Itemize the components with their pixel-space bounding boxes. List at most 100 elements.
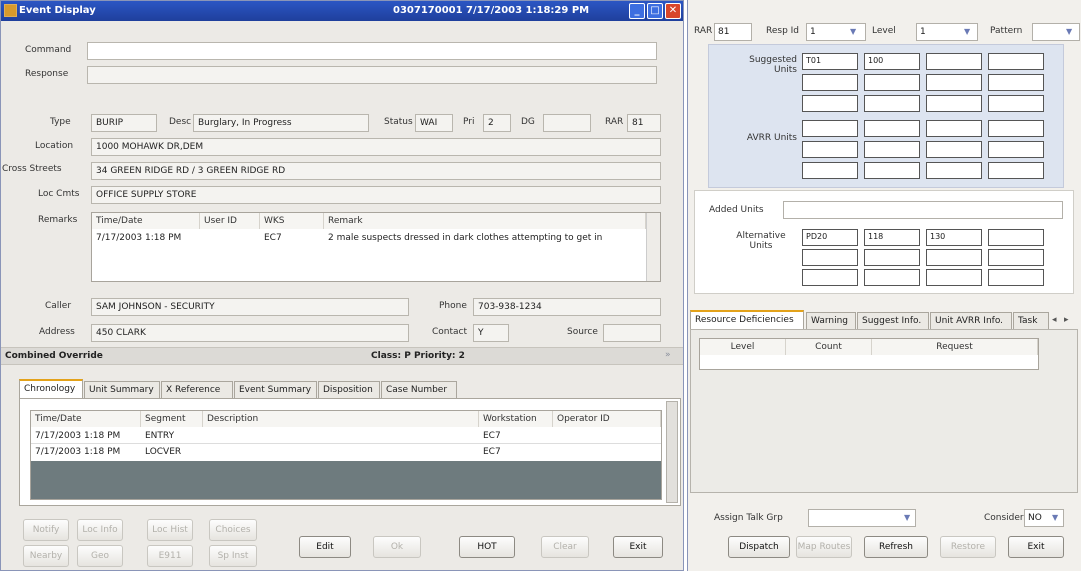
def-col-count[interactable]: Count — [786, 339, 872, 355]
unit-box[interactable] — [988, 162, 1044, 179]
remarks-col-wks[interactable]: WKS — [260, 213, 324, 229]
tab-event-summary[interactable]: Event Summary — [234, 381, 317, 398]
unit-box[interactable] — [864, 74, 920, 91]
minimize-icon[interactable]: _ — [629, 3, 645, 19]
unit-box[interactable] — [926, 162, 982, 179]
status-field[interactable]: WAI — [415, 114, 453, 132]
map-routes-button[interactable]: Map Routes — [796, 536, 852, 558]
ok-button[interactable]: Ok — [373, 536, 421, 558]
tab-warning[interactable]: Warning — [806, 312, 856, 329]
assign-talk-grp-select[interactable] — [808, 509, 916, 527]
command-input[interactable] — [87, 42, 657, 60]
tab-scroll-left-icon[interactable]: ◂ — [1052, 315, 1057, 325]
unit-box[interactable] — [988, 53, 1044, 70]
unit-box[interactable] — [864, 141, 920, 158]
geo-button[interactable]: Geo — [77, 545, 123, 567]
chron-col-description[interactable]: Description — [203, 411, 479, 427]
sp-inst-button[interactable]: Sp Inst — [209, 545, 257, 567]
chron-col-segment[interactable]: Segment — [141, 411, 203, 427]
nearby-button[interactable]: Nearby — [23, 545, 69, 567]
unit-box[interactable] — [988, 74, 1044, 91]
unit-box[interactable] — [926, 120, 982, 137]
chron-col-workstation[interactable]: Workstation — [479, 411, 553, 427]
unit-box[interactable] — [988, 120, 1044, 137]
table-row[interactable]: 7/17/2003 1:18 PM LOCVER EC7 — [31, 445, 661, 460]
caller-field[interactable]: SAM JOHNSON - SECURITY — [91, 298, 409, 316]
def-col-request[interactable]: Request — [872, 339, 1038, 355]
right-rar-field[interactable]: 81 — [714, 23, 752, 41]
chronology-grid[interactable]: Time/Date Segment Description Workstatio… — [30, 410, 662, 500]
unit-box[interactable] — [926, 95, 982, 112]
unit-box[interactable] — [926, 74, 982, 91]
unit-box[interactable] — [802, 120, 858, 137]
unit-box[interactable]: T01 — [802, 53, 858, 70]
unit-box[interactable]: PD20 — [802, 229, 858, 246]
right-exit-button[interactable]: Exit — [1008, 536, 1064, 558]
unit-box[interactable] — [864, 162, 920, 179]
maximize-icon[interactable]: □ — [647, 3, 663, 19]
unit-box[interactable] — [802, 162, 858, 179]
chronology-scrollbar[interactable] — [666, 401, 678, 503]
pattern-select[interactable] — [1032, 23, 1080, 41]
dispatch-button[interactable]: Dispatch — [728, 536, 790, 558]
tab-task[interactable]: Task — [1013, 312, 1049, 329]
chevron-down-icon[interactable]: ▼ — [904, 513, 910, 522]
address-field[interactable]: 450 CLARK — [91, 324, 409, 342]
remarks-col-user[interactable]: User ID — [200, 213, 260, 229]
restore-button[interactable]: Restore — [940, 536, 996, 558]
unit-box[interactable] — [802, 141, 858, 158]
unit-box[interactable]: 130 — [926, 229, 982, 246]
tab-chronology[interactable]: Chronology — [19, 379, 83, 398]
added-units-input[interactable] — [783, 201, 1063, 219]
tab-disposition[interactable]: Disposition — [318, 381, 380, 398]
pri-field[interactable]: 2 — [483, 114, 511, 132]
unit-box[interactable] — [988, 269, 1044, 286]
unit-box[interactable] — [926, 269, 982, 286]
unit-box[interactable] — [864, 249, 920, 266]
remarks-grid[interactable]: Time/Date User ID WKS Remark 7/17/2003 1… — [91, 212, 661, 282]
unit-box[interactable] — [802, 269, 858, 286]
type-field[interactable]: BURIP — [91, 114, 157, 132]
tab-resource-deficiencies[interactable]: Resource Deficiencies — [690, 310, 804, 329]
phone-field[interactable]: 703-938-1234 — [473, 298, 661, 316]
combined-override-bar[interactable]: Combined Override Class: P Priority: 2 » — [1, 347, 683, 365]
tab-unit-summary[interactable]: Unit Summary — [84, 381, 160, 398]
desc-field[interactable]: Burglary, In Progress — [193, 114, 369, 132]
loc-hist-button[interactable]: Loc Hist — [147, 519, 193, 541]
unit-box[interactable] — [988, 249, 1044, 266]
deficiencies-grid[interactable]: Level Count Request — [699, 338, 1039, 370]
remarks-col-remark[interactable]: Remark — [324, 213, 646, 229]
table-row[interactable]: 7/17/2003 1:18 PM ENTRY EC7 — [31, 429, 661, 444]
unit-box[interactable] — [926, 141, 982, 158]
unit-box[interactable] — [802, 95, 858, 112]
chevron-down-icon[interactable]: ▼ — [964, 27, 970, 36]
unit-box[interactable] — [926, 249, 982, 266]
remarks-col-time[interactable]: Time/Date — [92, 213, 200, 229]
chevron-down-icon[interactable]: » — [665, 350, 671, 360]
source-select[interactable] — [603, 324, 661, 342]
choices-button[interactable]: Choices — [209, 519, 257, 541]
unit-box[interactable] — [864, 120, 920, 137]
unit-box[interactable] — [864, 269, 920, 286]
unit-box[interactable] — [988, 95, 1044, 112]
unit-box[interactable]: 118 — [864, 229, 920, 246]
tab-suggest-info[interactable]: Suggest Info. — [857, 312, 929, 329]
tab-scroll-right-icon[interactable]: ▸ — [1064, 315, 1069, 325]
tab-unit-avrr-info[interactable]: Unit AVRR Info. — [930, 312, 1012, 329]
dg-field[interactable] — [543, 114, 591, 132]
chron-col-time[interactable]: Time/Date — [31, 411, 141, 427]
loc-cmts-field[interactable]: OFFICE SUPPLY STORE — [91, 186, 661, 204]
e911-button[interactable]: E911 — [147, 545, 193, 567]
def-col-level[interactable]: Level — [700, 339, 786, 355]
clear-button[interactable]: Clear — [541, 536, 589, 558]
hot-button[interactable]: HOT — [459, 536, 515, 558]
exit-button[interactable]: Exit — [613, 536, 663, 558]
chevron-down-icon[interactable]: ▼ — [1066, 27, 1072, 36]
refresh-button[interactable]: Refresh — [864, 536, 928, 558]
chevron-down-icon[interactable]: ▼ — [1052, 513, 1058, 522]
unit-box[interactable] — [926, 53, 982, 70]
loc-info-button[interactable]: Loc Info — [77, 519, 123, 541]
rar-field[interactable]: 81 — [627, 114, 661, 132]
tab-case-number[interactable]: Case Number — [381, 381, 457, 398]
unit-box[interactable] — [864, 95, 920, 112]
